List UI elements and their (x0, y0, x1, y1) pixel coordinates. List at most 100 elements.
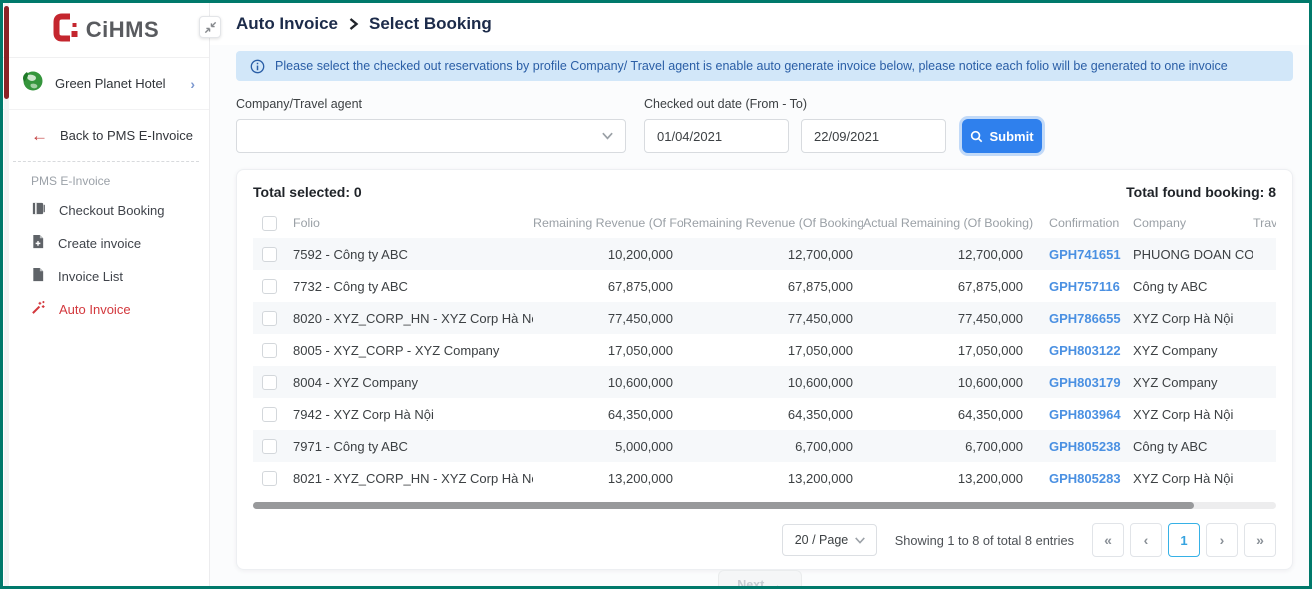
company-cell: Công ty ABC (1133, 279, 1253, 294)
sidebar-item-label: Invoice List (58, 269, 123, 284)
sidebar-item-invoice-list[interactable]: Invoice List (3, 260, 209, 293)
folio-cell: 8021 - XYZ_CORP_HN - XYZ Corp Hà Nội (293, 471, 533, 486)
remaining-revenue-booking-cell: 6,700,000 (683, 439, 863, 454)
company-cell: PHUONG DOAN CORP (1133, 247, 1253, 262)
info-banner: Please select the checked out reservatio… (236, 51, 1293, 81)
folio-cell: 7942 - XYZ Corp Hà Nội (293, 407, 533, 422)
remaining-revenue-booking-cell: 77,450,000 (683, 311, 863, 326)
collapse-arrows-icon (203, 20, 218, 35)
company-filter-label: Company/Travel agent (236, 97, 626, 111)
magic-wand-icon (31, 300, 46, 320)
confirmation-link[interactable]: GPH757116 (1033, 279, 1133, 294)
remaining-revenue-folio-cell: 13,200,000 (533, 471, 683, 486)
breadcrumb-auto-invoice[interactable]: Auto Invoice (236, 14, 338, 34)
last-page-button[interactable]: » (1244, 523, 1276, 557)
confirmation-link[interactable]: GPH786655 (1033, 311, 1133, 326)
table-row: 8021 - XYZ_CORP_HN - XYZ Corp Hà Nội 13,… (253, 462, 1276, 494)
row-checkbox[interactable] (262, 375, 277, 390)
cihms-logo-icon (53, 13, 78, 47)
company-cell: XYZ Company (1133, 375, 1253, 390)
column-header-remaining-revenue-booking: Remaining Revenue (Of Booking) (683, 216, 863, 230)
back-label: Back to PMS E-Invoice (60, 128, 193, 143)
confirmation-link[interactable]: GPH741651 (1033, 247, 1133, 262)
column-header-travel-agent: Trave (1253, 216, 1276, 230)
actual-remaining-cell: 10,600,000 (863, 375, 1033, 390)
horizontal-scrollbar-thumb[interactable] (253, 502, 1194, 509)
row-checkbox[interactable] (262, 471, 277, 486)
row-checkbox[interactable] (262, 343, 277, 358)
remaining-revenue-folio-cell: 64,350,000 (533, 407, 683, 422)
book-icon (31, 201, 46, 221)
remaining-revenue-booking-cell: 12,700,000 (683, 247, 863, 262)
next-page-button[interactable]: › (1206, 523, 1238, 557)
confirmation-link[interactable]: GPH805238 (1033, 439, 1133, 454)
content-area: Please select the checked out reservatio… (210, 45, 1309, 570)
confirmation-link[interactable]: GPH803122 (1033, 343, 1133, 358)
row-checkbox[interactable] (262, 247, 277, 262)
folio-cell: 7592 - Công ty ABC (293, 247, 533, 262)
back-to-pms-link[interactable]: ← Back to PMS E-Invoice (3, 110, 209, 159)
sidebar-item-label: Auto Invoice (59, 302, 131, 317)
sidebar-scrollbar-thumb[interactable] (4, 6, 9, 99)
table-row: 7971 - Công ty ABC 5,000,000 6,700,000 6… (253, 430, 1276, 462)
company-filter: Company/Travel agent (236, 97, 626, 153)
actual-remaining-cell: 6,700,000 (863, 439, 1033, 454)
page-size-select[interactable]: 20 / Page (782, 524, 877, 556)
sidebar-item-create-invoice[interactable]: Create invoice (3, 227, 209, 260)
date-filter: Checked out date (From - To) Submit (644, 97, 1042, 153)
booking-table-card: Total selected: 0 Total found booking: 8… (236, 169, 1293, 570)
sidebar-collapse-button[interactable] (199, 16, 221, 38)
actual-remaining-cell: 13,200,000 (863, 471, 1033, 486)
sidebar: CiHMS Green Planet Hotel › (3, 3, 210, 586)
first-page-button[interactable]: « (1092, 523, 1124, 557)
column-header-actual-remaining: Actual Remaining (Of Booking) (863, 216, 1033, 230)
table-row: 7732 - Công ty ABC 67,875,000 67,875,000… (253, 270, 1276, 302)
table-row: 8020 - XYZ_CORP_HN - XYZ Corp Hà Nội 77,… (253, 302, 1276, 334)
previous-page-button[interactable]: ‹ (1130, 523, 1162, 557)
sidebar-item-checkout-booking[interactable]: Checkout Booking (3, 194, 209, 227)
hotel-selector[interactable]: Green Planet Hotel › (3, 58, 209, 110)
breadcrumb-select-booking: Select Booking (369, 14, 492, 34)
pagination-summary: Showing 1 to 8 of total 8 entries (895, 533, 1074, 548)
column-header-remaining-revenue-folio: Remaining Revenue (Of Folio) (533, 216, 683, 230)
table-body: 7592 - Công ty ABC 10,200,000 12,700,000… (253, 238, 1276, 494)
submit-label: Submit (989, 129, 1033, 144)
actual-remaining-cell: 67,875,000 (863, 279, 1033, 294)
table-header-row: Folio Remaining Revenue (Of Folio) Remai… (253, 208, 1276, 238)
main-content: Auto Invoice Select Booking Please selec… (210, 3, 1309, 586)
confirmation-link[interactable]: GPH803179 (1033, 375, 1133, 390)
file-plus-icon (31, 234, 45, 254)
app-window: CiHMS Green Planet Hotel › (0, 0, 1312, 589)
breadcrumb: Auto Invoice Select Booking (210, 3, 1309, 45)
remaining-revenue-folio-cell: 10,200,000 (533, 247, 683, 262)
date-to-input[interactable] (801, 119, 946, 153)
folio-cell: 8005 - XYZ_CORP - XYZ Company (293, 343, 533, 358)
sidebar-section-label: PMS E-Invoice (3, 162, 209, 194)
remaining-revenue-booking-cell: 67,875,000 (683, 279, 863, 294)
arrow-right-icon: → (769, 578, 782, 586)
logo: CiHMS (3, 3, 209, 58)
horizontal-scrollbar-track[interactable] (253, 502, 1276, 509)
remaining-revenue-folio-cell: 5,000,000 (533, 439, 683, 454)
row-checkbox[interactable] (262, 279, 277, 294)
sidebar-item-label: Create invoice (58, 236, 141, 251)
total-found-booking: Total found booking: 8 (1126, 184, 1276, 200)
company-select[interactable] (236, 119, 626, 153)
confirmation-link[interactable]: GPH805283 (1033, 471, 1133, 486)
sidebar-item-auto-invoice[interactable]: Auto Invoice (3, 293, 209, 326)
row-checkbox[interactable] (262, 311, 277, 326)
remaining-revenue-booking-cell: 10,600,000 (683, 375, 863, 390)
page-size-value: 20 / Page (795, 533, 849, 547)
folio-cell: 8004 - XYZ Company (293, 375, 533, 390)
next-step-button[interactable]: Next → (718, 570, 802, 586)
select-all-checkbox[interactable] (262, 216, 277, 231)
globe-icon (19, 68, 45, 99)
row-checkbox[interactable] (262, 407, 277, 422)
page-1-button[interactable]: 1 (1168, 523, 1200, 557)
submit-button[interactable]: Submit (962, 119, 1042, 153)
date-from-input[interactable] (644, 119, 789, 153)
actual-remaining-cell: 64,350,000 (863, 407, 1033, 422)
confirmation-link[interactable]: GPH803964 (1033, 407, 1133, 422)
remaining-revenue-folio-cell: 67,875,000 (533, 279, 683, 294)
row-checkbox[interactable] (262, 439, 277, 454)
